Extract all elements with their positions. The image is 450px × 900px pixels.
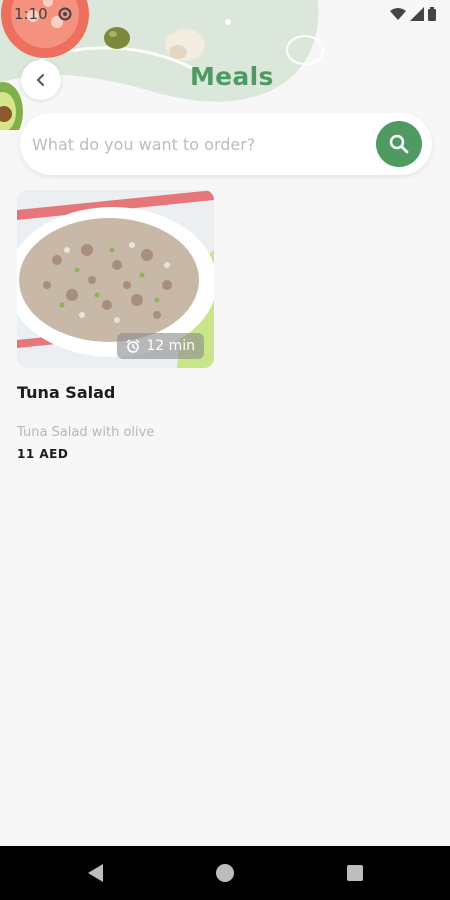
app-notification-icon [58, 7, 72, 21]
back-triangle-icon[interactable] [83, 860, 109, 886]
prep-time-badge: 12 min [117, 333, 204, 359]
status-bar: 1:10 [0, 0, 450, 28]
chevron-left-icon [37, 74, 44, 86]
mushroom-illustration [165, 29, 205, 61]
meal-description: Tuna Salad with olive [17, 425, 155, 440]
avocado-illustration [0, 82, 23, 130]
olive-illustration [104, 27, 130, 49]
meal-price: 11 AED [17, 447, 69, 461]
recents-square-icon[interactable] [342, 860, 368, 886]
meal-image: 12 min [17, 190, 214, 368]
search-button[interactable] [376, 121, 422, 167]
back-button[interactable] [21, 60, 61, 100]
home-circle-icon[interactable] [212, 860, 238, 886]
system-nav-bar [0, 846, 450, 900]
search-icon [389, 134, 409, 154]
meal-card[interactable]: 12 min Tuna Salad Tuna Salad with olive … [17, 190, 217, 470]
status-time: 1:10 [14, 5, 48, 23]
signal-icon [410, 7, 424, 21]
battery-icon [428, 7, 436, 21]
meal-name: Tuna Salad [17, 383, 116, 402]
wifi-icon [390, 8, 406, 20]
search-bar [20, 113, 432, 175]
page-title: Meals [190, 62, 274, 91]
prep-time: 12 min [146, 338, 195, 354]
search-input[interactable] [30, 127, 374, 161]
alarm-clock-icon [127, 339, 140, 353]
